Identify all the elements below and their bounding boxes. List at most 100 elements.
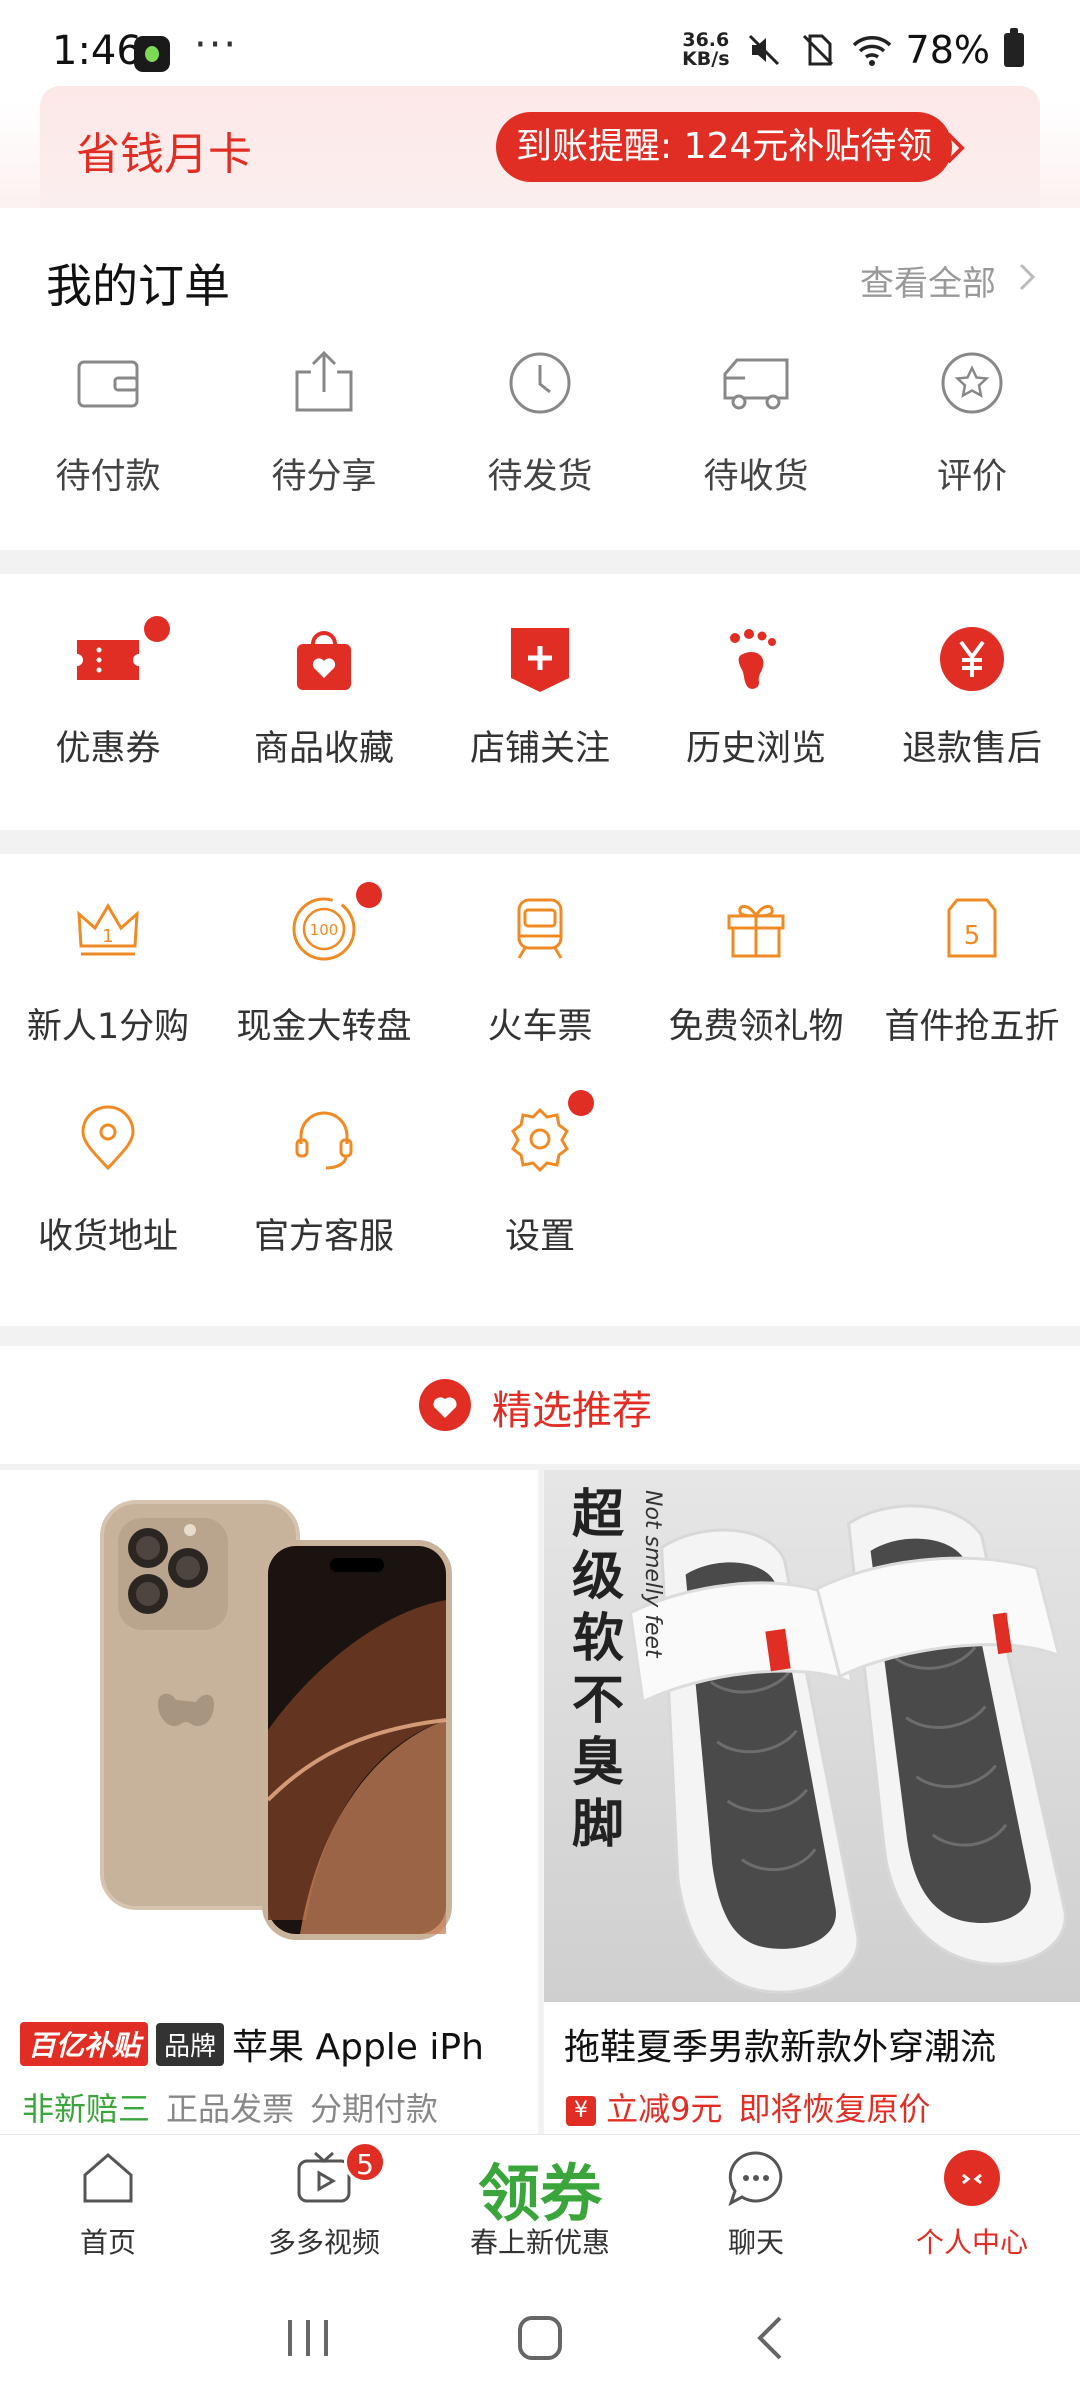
product-image-subtext: Not smelly feet bbox=[640, 1490, 665, 1658]
status-bar: 1:46 ··· 36.6 KB/s 78% bbox=[0, 0, 1080, 100]
notification-dot bbox=[356, 882, 382, 908]
yen-badge-icon: ¥ bbox=[566, 2096, 596, 2126]
product-card[interactable]: 超级软 不臭脚 Not smelly feet 拖鞋夏季男款新款外穿潮流 ¥ 立… bbox=[544, 1470, 1080, 2134]
chevron-right-icon[interactable] bbox=[942, 128, 968, 168]
service-history[interactable]: 历史浏览 bbox=[648, 610, 864, 810]
tool-free-gift[interactable]: 免费领礼物 bbox=[648, 894, 864, 1074]
order-review[interactable]: 评价 bbox=[864, 348, 1080, 528]
view-all-orders-link[interactable]: 查看全部 bbox=[860, 256, 996, 305]
tool-item-label: 设置 bbox=[504, 1217, 575, 1257]
order-pending-share[interactable]: 待分享 bbox=[216, 348, 432, 528]
order-pending-receipt[interactable]: 待收货 bbox=[648, 348, 864, 528]
yen-icon bbox=[940, 627, 1004, 691]
service-item-label: 商品收藏 bbox=[253, 729, 394, 769]
coupon-big-text: 领券 bbox=[477, 2157, 602, 2230]
tool-half-price[interactable]: 5 首件抢五折 bbox=[864, 894, 1080, 1074]
recommend-title: 精选推荐 bbox=[492, 1388, 652, 1434]
savings-card-title[interactable]: 省钱月卡 bbox=[76, 118, 252, 182]
product-title: 拖鞋夏季男款新款外穿潮流 bbox=[564, 2027, 997, 2068]
product-tag: 正品发票 bbox=[166, 2090, 295, 2128]
product-tags: 非新赔三 正品发票 分期付款 bbox=[22, 2084, 438, 2130]
order-item-label: 待付款 bbox=[55, 457, 161, 497]
order-item-label: 待分享 bbox=[271, 457, 377, 497]
product-tag: 分期付款 bbox=[310, 2090, 439, 2128]
order-item-label: 待发货 bbox=[487, 457, 593, 497]
product-title-row: 百亿补贴 品牌 苹果 Apple iPh bbox=[20, 2018, 484, 2070]
tab-label: 首页 bbox=[79, 2226, 136, 2259]
product-title: 苹果 Apple iPh bbox=[232, 2027, 484, 2068]
star-icon bbox=[941, 352, 1003, 414]
product-card[interactable]: 百亿补贴 品牌 苹果 Apple iPh 非新赔三 正品发票 分期付款 bbox=[0, 1470, 538, 2134]
back-icon[interactable] bbox=[732, 2298, 812, 2378]
tool-item-label: 火车票 bbox=[487, 1007, 593, 1047]
tool-item-label: 现金大转盘 bbox=[236, 1007, 412, 1047]
tag-5-icon: 5 bbox=[947, 898, 997, 958]
coupon-icon bbox=[77, 640, 139, 680]
tab-coupons[interactable]: 领券 春上新优惠 bbox=[432, 2135, 648, 2271]
home-button-icon[interactable] bbox=[500, 2298, 580, 2378]
share-icon bbox=[295, 350, 353, 412]
my-orders-card: 我的订单 查看全部 待付款 待分享 待发货 待收货 评价 bbox=[0, 208, 1080, 550]
tab-home[interactable]: 首页 bbox=[0, 2135, 216, 2271]
no-sim-icon bbox=[802, 34, 833, 66]
heart-badge-icon bbox=[419, 1379, 471, 1431]
tool-train-tickets[interactable]: 火车票 bbox=[432, 894, 648, 1074]
order-pending-shipment[interactable]: 待发货 bbox=[432, 348, 648, 528]
mute-icon bbox=[748, 34, 779, 66]
clock-icon bbox=[509, 352, 571, 414]
tool-cash-wheel[interactable]: 100 现金大转盘 bbox=[216, 882, 432, 1074]
wifi-icon bbox=[852, 36, 891, 66]
order-pending-payment[interactable]: 待付款 bbox=[0, 348, 216, 528]
tool-settings[interactable]: 设置 bbox=[432, 1090, 648, 1284]
net-speed-unit: KB/s bbox=[682, 48, 730, 70]
service-favorites[interactable]: 商品收藏 bbox=[216, 610, 432, 810]
product-image-phone[interactable] bbox=[0, 1470, 538, 2002]
headset-icon bbox=[295, 1111, 353, 1170]
truck-icon bbox=[723, 358, 789, 410]
promo-discount: ¥ 立减9元 bbox=[566, 2084, 723, 2130]
store-plus-icon bbox=[511, 628, 569, 692]
tool-item-label: 收货地址 bbox=[37, 1217, 178, 1257]
tab-profile[interactable]: 个人中心 bbox=[864, 2135, 1080, 2271]
tab-badge: 5 bbox=[344, 2141, 386, 2183]
product-title-row: 拖鞋夏季男款新款外穿潮流 bbox=[564, 2018, 996, 2070]
notification-dot bbox=[568, 1090, 594, 1116]
svg-text:5: 5 bbox=[964, 921, 981, 951]
chevron-right-icon[interactable] bbox=[1016, 260, 1038, 294]
wallet-icon bbox=[77, 360, 139, 408]
service-item-label: 优惠券 bbox=[55, 729, 161, 769]
crown-icon: 1 bbox=[77, 903, 139, 956]
brand-tag: 品牌 bbox=[156, 2022, 225, 2066]
net-speed: 36.6 KB/s bbox=[682, 31, 729, 69]
my-orders-title: 我的订单 bbox=[46, 259, 230, 313]
tab-chat[interactable]: 聊天 bbox=[648, 2135, 864, 2271]
tool-newcomer[interactable]: 1 新人1分购 bbox=[0, 894, 216, 1074]
service-followed-stores[interactable]: 店铺关注 bbox=[432, 610, 648, 810]
tool-address[interactable]: 收货地址 bbox=[0, 1104, 216, 1284]
service-refund[interactable]: 退款售后 bbox=[864, 610, 1080, 810]
chat-icon bbox=[728, 2151, 783, 2207]
status-time: 1:46 bbox=[52, 28, 142, 74]
services-card: 优惠券 商品收藏 店铺关注 历史浏览 退款售后 bbox=[0, 574, 1080, 830]
gear-icon bbox=[511, 1107, 569, 1173]
promo-discount-text: 立减9元 bbox=[606, 2090, 723, 2128]
profile-icon bbox=[944, 2150, 1000, 2206]
battery-icon bbox=[1004, 28, 1024, 67]
tool-customer-service[interactable]: 官方客服 bbox=[216, 1104, 432, 1284]
notification-dot bbox=[144, 616, 170, 642]
promo-note: 即将恢复原价 bbox=[738, 2090, 931, 2128]
tab-videos[interactable]: 5 多多视频 bbox=[216, 2135, 432, 2271]
app-notification-icon bbox=[134, 36, 170, 72]
tab-label: 聊天 bbox=[727, 2226, 784, 2259]
service-item-label: 店铺关注 bbox=[469, 729, 610, 769]
service-item-label: 退款售后 bbox=[901, 729, 1042, 769]
service-coupons[interactable]: 优惠券 bbox=[0, 610, 216, 810]
order-item-label: 待收货 bbox=[703, 457, 809, 497]
service-item-label: 历史浏览 bbox=[685, 729, 826, 769]
more-notifications-icon: ··· bbox=[194, 22, 239, 68]
product-tag: 非新赔三 bbox=[22, 2090, 151, 2128]
wheel-100-icon: 100 bbox=[292, 897, 356, 961]
recent-apps-icon[interactable] bbox=[268, 2298, 348, 2378]
bag-heart-icon bbox=[297, 631, 351, 690]
subsidy-notice-pill[interactable]: 到账提醒: 124元补贴待领 bbox=[496, 112, 953, 182]
